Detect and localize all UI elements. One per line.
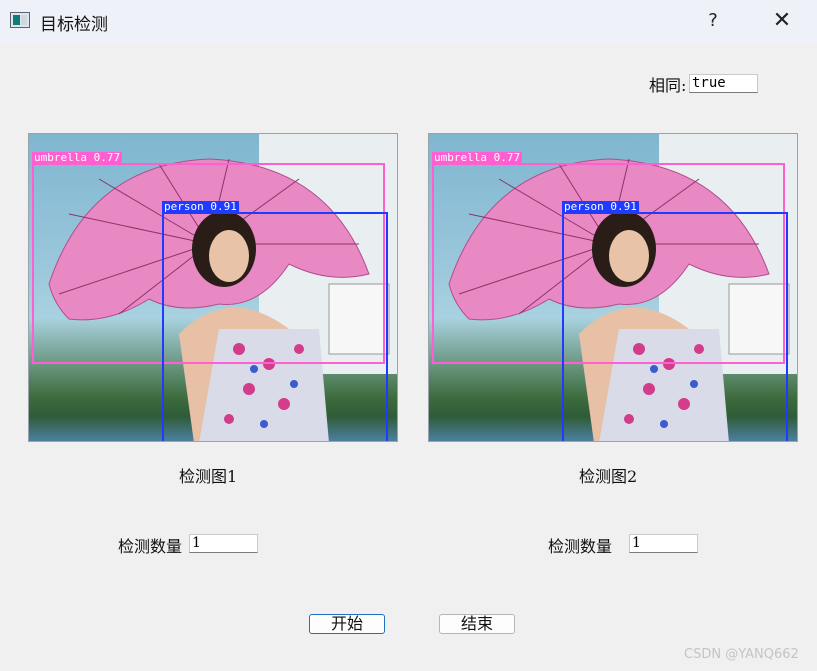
count-field-2[interactable]: 1	[629, 534, 698, 553]
window-title: 目标检测	[40, 15, 108, 35]
watermark: CSDN @YANQ662	[684, 647, 799, 662]
start-button[interactable]: 开始	[309, 614, 385, 634]
count-field-1[interactable]: 1	[189, 534, 258, 553]
close-button[interactable]: ✕	[766, 6, 798, 36]
count-label-2: 检测数量	[548, 537, 613, 556]
help-button[interactable]: ?	[698, 6, 728, 36]
title-bar: 目标检测 ? ✕	[0, 0, 817, 43]
end-button[interactable]: 结束	[439, 614, 515, 634]
caption-image-1: 检测图1	[179, 467, 238, 486]
person-box	[162, 212, 388, 441]
umbrella-tag: umbrella 0.77	[32, 151, 123, 164]
same-label: 相同:	[649, 76, 687, 95]
app-icon	[10, 12, 30, 28]
person-tag: person 0.91	[562, 200, 639, 213]
count-label-1: 检测数量	[118, 537, 183, 556]
caption-image-2: 检测图2	[579, 467, 638, 486]
detection-image-1: umbrella 0.77 person 0.91	[28, 133, 398, 442]
same-field[interactable]: true	[689, 74, 758, 93]
detection-image-2: umbrella 0.77 person 0.91	[428, 133, 798, 442]
person-box	[562, 212, 788, 441]
person-tag: person 0.91	[162, 200, 239, 213]
umbrella-tag: umbrella 0.77	[432, 151, 523, 164]
